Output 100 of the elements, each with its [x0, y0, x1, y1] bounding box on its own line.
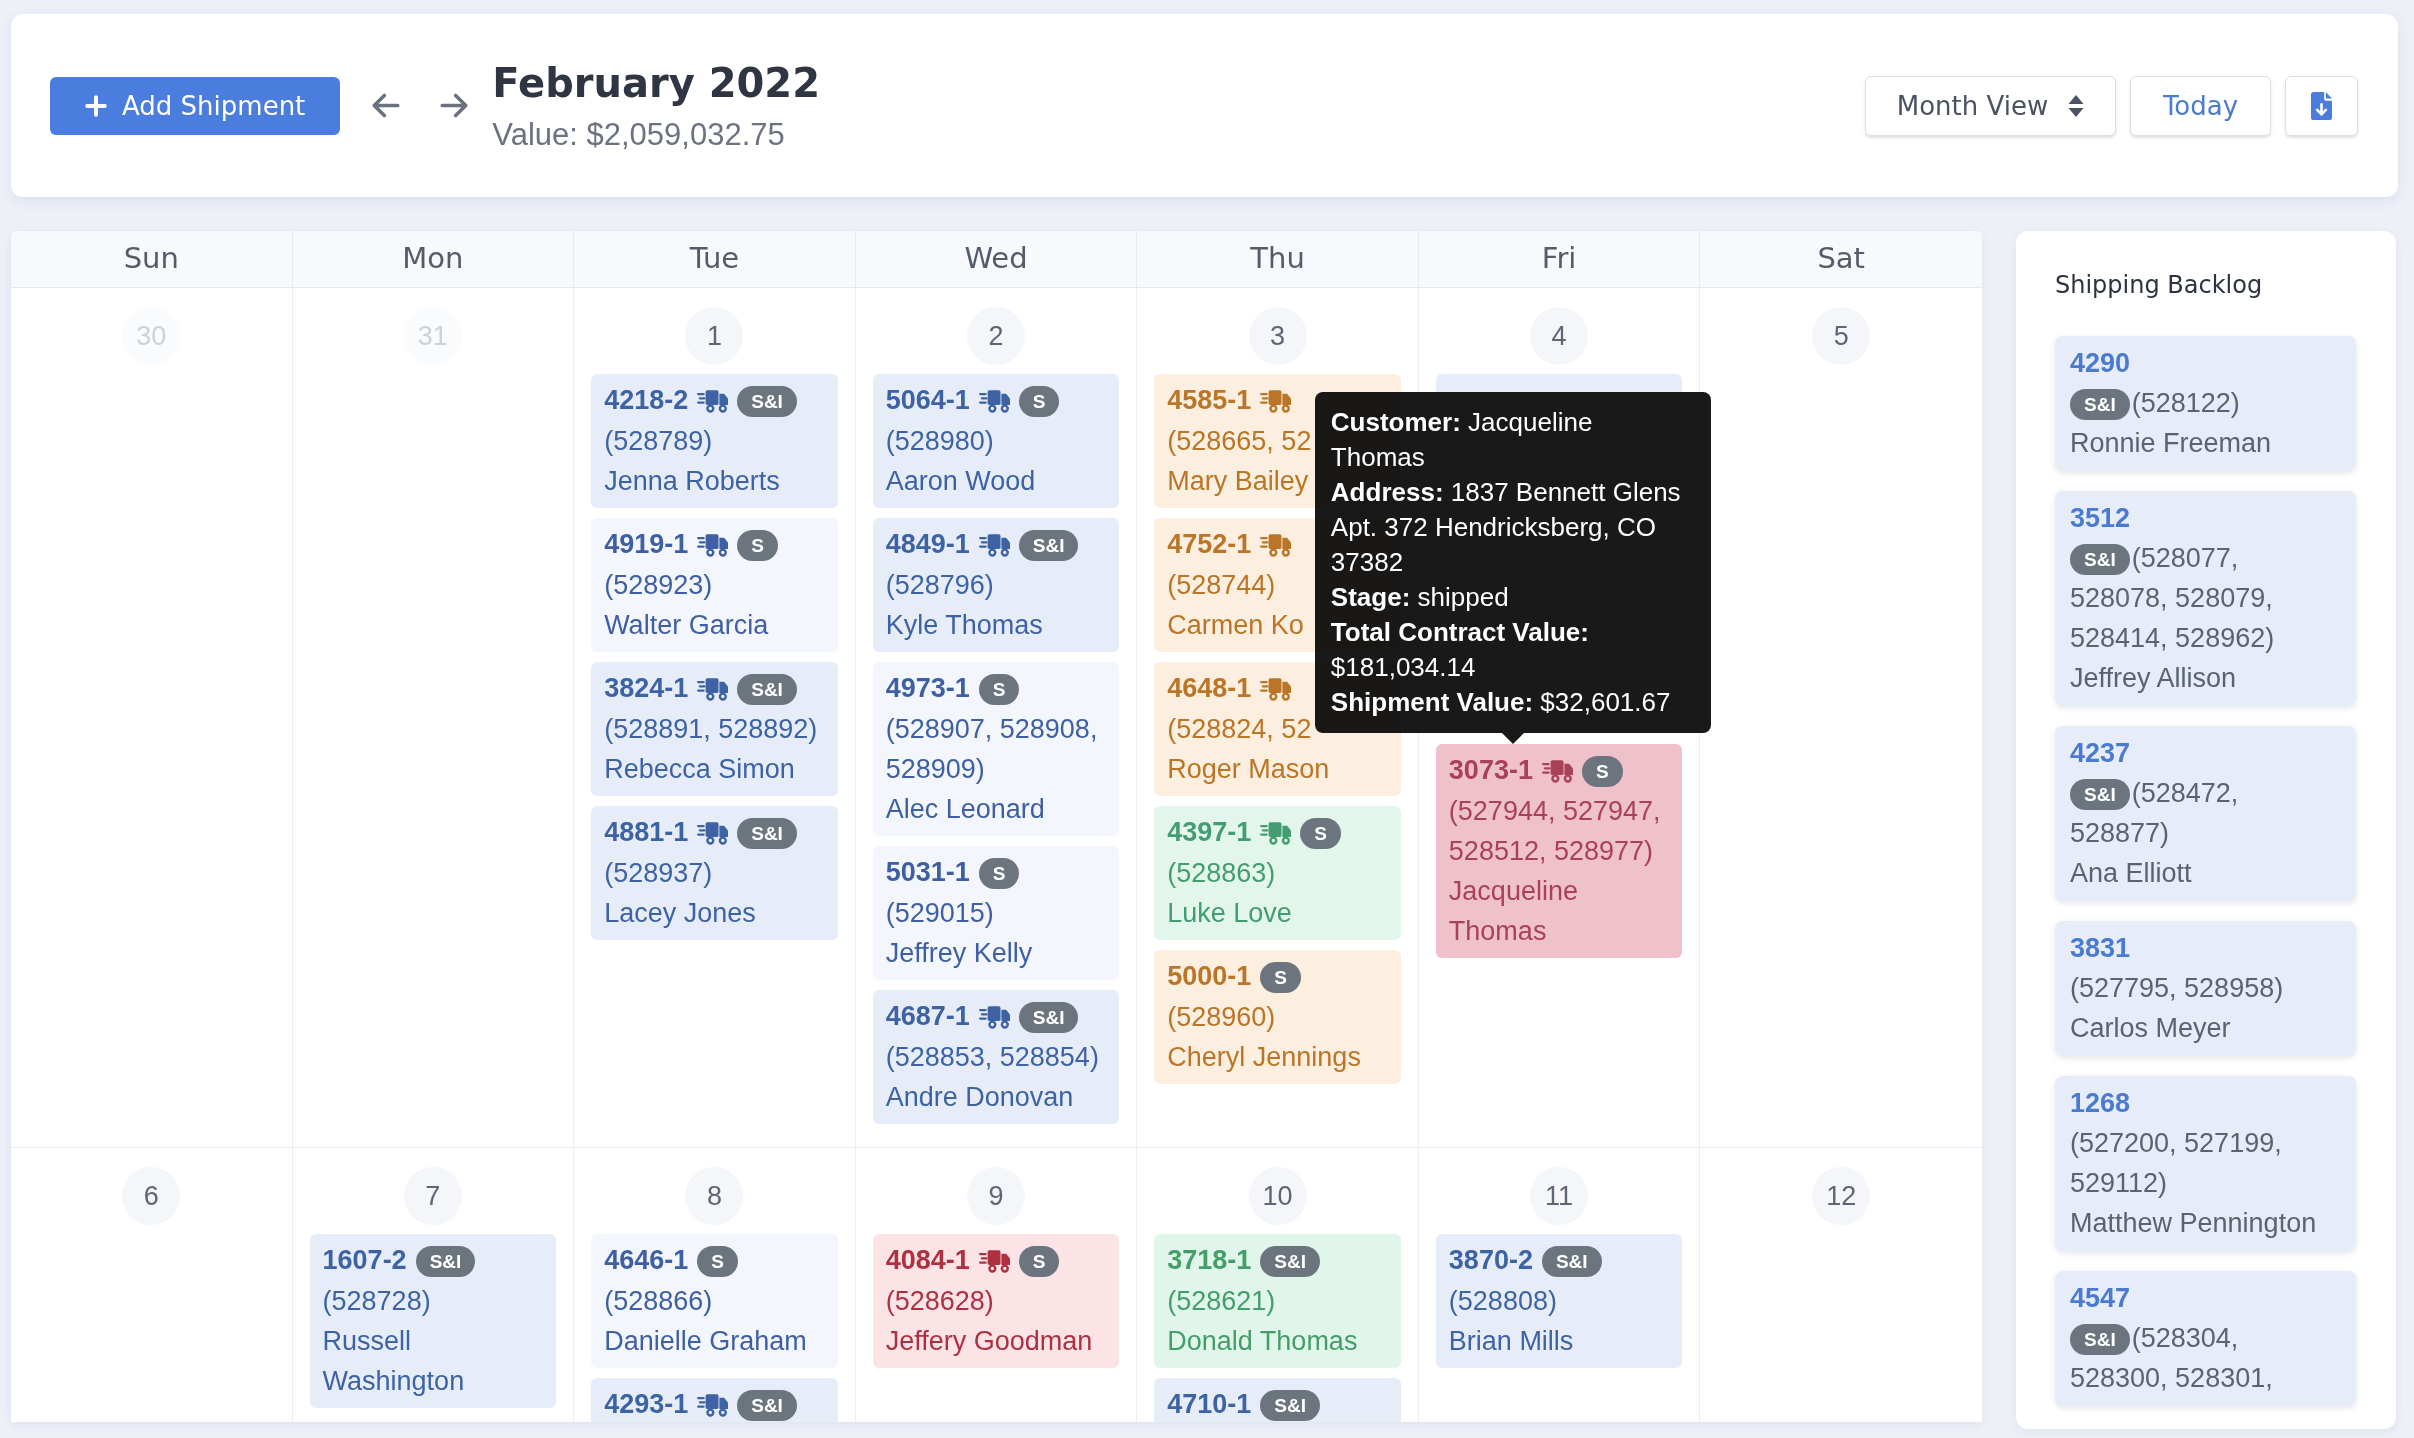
order-numbers: (528853, 528854)	[885, 1042, 1099, 1072]
download-button[interactable]	[2285, 75, 2358, 136]
order-numbers: (528728)	[322, 1286, 431, 1316]
event-card[interactable]: 4293-1 S&I	[591, 1378, 838, 1422]
shipment-id: 3824-1	[604, 673, 689, 705]
previous-month-button[interactable]	[372, 93, 401, 118]
day-number: 1	[685, 307, 744, 365]
customer-name: Luke Love	[1167, 898, 1292, 928]
event-card[interactable]: 4973-1 S (528907, 528908, 528909) Alec Leonard	[872, 662, 1120, 836]
order-numbers: (528304,	[2131, 1323, 2239, 1353]
event-card[interactable]: 4849-1 S&I (528796) Kyle Thomas	[872, 518, 1120, 652]
tag: S&I	[737, 385, 797, 417]
add-shipment-button[interactable]: Add Shipment	[50, 76, 341, 135]
tag: S&I	[415, 1245, 476, 1277]
day-number: 4	[1530, 307, 1589, 365]
shipment-id: 4218-2	[604, 385, 689, 417]
shipment-id: 4585-1	[1167, 385, 1252, 417]
backlog-card[interactable]: 4237 S&I (528472, 528877) Ana Elliott	[2055, 726, 2356, 901]
order-numbers: (528960)	[1167, 1002, 1276, 1032]
event-card[interactable]: 3824-1 S&I (528891, 528892) Rebecca Simon	[591, 662, 838, 796]
shipment-id: 5000-1	[1167, 961, 1252, 993]
tag: S	[978, 673, 1020, 705]
plus-icon	[85, 94, 107, 117]
backlog-card[interactable]: 1268 (527200, 527199, 529112) Matthew Pennington	[2055, 1076, 2356, 1251]
order-numbers: (528891, 528892)	[604, 714, 818, 744]
next-month-button[interactable]	[440, 93, 469, 118]
backlog-card[interactable]: 3512 S&I (528077, 528078, 528079, 528414, 528962) Jeffrey Allison	[2055, 491, 2356, 706]
order-numbers: (528824, 52	[1167, 714, 1312, 744]
backlog-card[interactable]: 4290 S&I (528122) Ronnie Freeman	[2055, 336, 2356, 471]
customer-name: Jeffrey Allison	[2070, 663, 2237, 693]
event-card[interactable]: 1607-2 S&I (528728) Russell Washington	[309, 1234, 557, 1408]
customer-name: Mary Bailey	[1167, 466, 1309, 496]
order-numbers: 528414, 528962)	[2070, 623, 2275, 653]
backlog-card[interactable]: 3831 (527795, 528958) Carlos Meyer	[2055, 921, 2356, 1056]
file-download-icon	[2311, 91, 2332, 120]
shipment-id: 4752-1	[1167, 529, 1252, 561]
customer-name: Andre Donovan	[885, 1082, 1074, 1112]
event-card[interactable]: 5031-1 S (529015) Jeffrey Kelly	[872, 846, 1120, 980]
event-card[interactable]: 3870-2 S&I (528808) Brian Mills	[1435, 1234, 1683, 1368]
event-card[interactable]: 4646-1 S (528866) Danielle Graham	[591, 1234, 838, 1368]
event-card[interactable]	[1435, 374, 1683, 394]
order-numbers: (528122)	[2131, 388, 2240, 418]
day-number: 5	[1812, 307, 1871, 365]
order-numbers: 528078, 528079,	[2070, 583, 2273, 613]
customer-name: Cheryl Jennings	[1167, 1042, 1361, 1072]
shipment-id: 3512	[2070, 503, 2131, 533]
customer-name: Brian Mills	[1448, 1326, 1574, 1356]
shipment-id: 4710-1	[1167, 1389, 1252, 1421]
shipment-id: 4849-1	[885, 529, 970, 561]
customer-name: Roger Mason	[1167, 754, 1330, 784]
event-card[interactable]: 3073-1 S (527944, 527947, 528512, 528977) Jacqueline Thomas	[1435, 744, 1683, 958]
tag: S&I	[1018, 529, 1079, 561]
event-card[interactable]: 4397-1 S (528863) Luke Love	[1154, 806, 1401, 940]
tag: S&I	[737, 817, 797, 849]
order-numbers: (528980)	[885, 426, 994, 456]
event-card[interactable]: 4881-1 S&I (528937) Lacey Jones	[591, 806, 838, 940]
weekday-label: Tue	[689, 242, 740, 276]
order-numbers: (528866)	[604, 1286, 713, 1316]
event-card[interactable]: 5000-1 S (528960) Cheryl Jennings	[1154, 950, 1401, 1084]
shipment-id: 4973-1	[885, 673, 970, 705]
order-numbers: (527944, 527947, 528512, 528977)	[1448, 796, 1661, 866]
weekday-label: Sun	[123, 242, 179, 276]
weekday-label: Thu	[1250, 242, 1305, 276]
order-numbers: 528300, 528301,	[2070, 1363, 2273, 1393]
event-card[interactable]: 4218-2 S&I (528789) Jenna Roberts	[591, 374, 838, 508]
weekday-label: Wed	[964, 242, 1028, 276]
order-numbers: (528621)	[1167, 1286, 1276, 1316]
view-select[interactable]: Month View	[1865, 75, 2116, 136]
event-card[interactable]: 4084-1 S (528628) Jeffery Goodman	[872, 1234, 1120, 1368]
customer-name: Russell Washington	[322, 1326, 465, 1396]
event-card[interactable]: 4919-1 S (528923) Walter Garcia	[591, 518, 838, 652]
day-number: 2	[967, 307, 1025, 365]
sort-icon	[2068, 93, 2085, 118]
event-card[interactable]: 4710-1 S&I	[1154, 1378, 1401, 1422]
day-number: 11	[1530, 1167, 1589, 1225]
tag: S	[1260, 961, 1302, 993]
order-numbers: (528796)	[885, 570, 994, 600]
order-numbers: (528863)	[1167, 858, 1276, 888]
event-card[interactable]: 5064-1 S (528980) Aaron Wood	[872, 374, 1120, 508]
customer-name: Jacqueline Thomas	[1448, 876, 1578, 946]
shipment-id: 1607-2	[322, 1245, 407, 1277]
event-card[interactable]: 3718-1 S&I (528621) Donald Thomas	[1154, 1234, 1401, 1368]
tag: S&I	[737, 673, 797, 705]
customer-name: Carlos Meyer	[2070, 1013, 2231, 1043]
shipment-id: 1268	[2070, 1088, 2131, 1118]
backlog-card[interactable]: 4547 S&I (528304, 528300, 528301,	[2055, 1271, 2356, 1406]
shipment-id: 4293-1	[604, 1389, 689, 1421]
shipment-id: 4646-1	[604, 1245, 689, 1277]
backlog-title: Shipping Backlog	[2055, 270, 2263, 301]
customer-name: Jeffrey Kelly	[885, 938, 1033, 968]
event-card[interactable]: 4687-1 S&I (528853, 528854) Andre Donovan	[872, 990, 1120, 1124]
day-number: 12	[1812, 1167, 1871, 1225]
order-numbers: (528789)	[604, 426, 713, 456]
order-numbers: (528808)	[1448, 1286, 1557, 1316]
today-button[interactable]: Today	[2130, 75, 2271, 136]
shipment-id: 4290	[2070, 348, 2131, 378]
shipment-id: 4547	[2070, 1283, 2131, 1313]
tag: S	[1018, 1245, 1060, 1277]
shipment-id: 3073-1	[1448, 755, 1533, 787]
customer-name: Carmen Ko	[1167, 610, 1304, 640]
